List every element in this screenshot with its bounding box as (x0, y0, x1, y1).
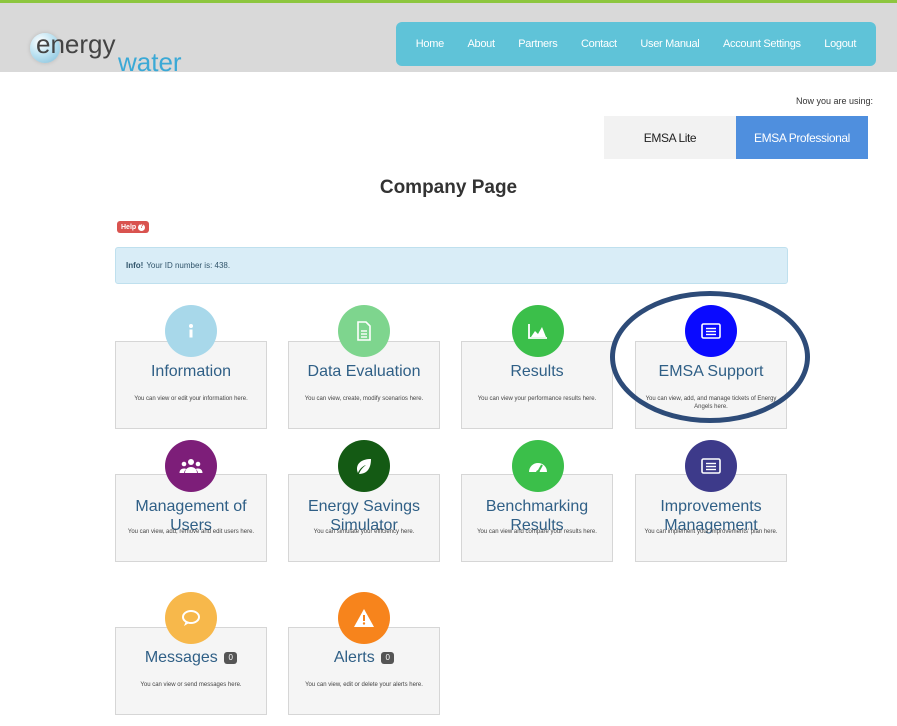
card-description: You can view and compare your results he… (477, 529, 597, 535)
top-bar: energy water Home About Partners Contact… (0, 0, 897, 77)
card-title: EMSA Support (658, 363, 764, 380)
nav-account-settings-link[interactable]: Account Settings (723, 38, 801, 50)
list-icon (685, 440, 737, 492)
energy-water-logo[interactable]: energy water (30, 15, 210, 77)
version-label: Now you are using: (795, 96, 873, 106)
page-title: Company Page (379, 177, 518, 198)
nav-logout-link[interactable]: Logout (824, 38, 856, 50)
card-description: You can implement your improvements' pla… (644, 529, 778, 535)
nav-about-link[interactable]: About (467, 38, 495, 50)
version-switch: EMSA Lite EMSA Professional (604, 116, 868, 159)
list-icon (685, 305, 737, 357)
card-description: You can view, create, modify scenarios h… (304, 396, 424, 402)
nav-contact-link[interactable]: Contact (581, 38, 617, 50)
card-title: Results (510, 363, 564, 380)
logo-word-water: water (118, 47, 182, 77)
card-description: You can view, add, remove and edit users… (127, 529, 255, 535)
info-strong: Info! (126, 261, 144, 270)
main-nav: Home About Partners Contact User Manual … (396, 22, 876, 66)
card-description: You can view, add, and manage tickets of… (645, 396, 777, 410)
nav-user-manual-link[interactable]: User Manual (640, 38, 699, 50)
area-chart-icon (512, 305, 564, 357)
card-description: You can simulate your efficiency here. (313, 529, 415, 535)
warning-icon (338, 592, 390, 644)
card-title: Messages (144, 649, 218, 666)
help-button[interactable]: Help ? (117, 221, 150, 233)
card-description: You can view or send messages here. (140, 682, 242, 688)
card-description: You can view your performance results he… (477, 396, 597, 402)
help-label: Help (121, 223, 137, 231)
question-icon: ? (138, 223, 146, 231)
card-description: You can view, edit or delete your alerts… (305, 682, 423, 688)
card-title: Data Evaluation (307, 363, 421, 380)
dashboard-icon (512, 440, 564, 492)
card-title: Information (150, 363, 232, 380)
messages-count-badge: 0 (224, 652, 238, 664)
users-icon (165, 440, 217, 492)
leaf-icon (338, 440, 390, 492)
card-description: You can view or edit your information he… (134, 396, 248, 402)
info-icon (165, 305, 217, 357)
logo-word-energy: energy (36, 29, 116, 59)
card-title-row: Alerts 0 (289, 648, 439, 667)
info-alert: Info! Your ID number is: 438. (115, 247, 788, 284)
info-text: Your ID number is: 438. (146, 261, 231, 270)
emsa-lite-button[interactable]: EMSA Lite (604, 116, 736, 159)
nav-partners-link[interactable]: Partners (518, 38, 557, 50)
chat-icon (165, 592, 217, 644)
emsa-professional-button[interactable]: EMSA Professional (736, 116, 868, 159)
nav-home-link[interactable]: Home (416, 38, 444, 50)
card-title-row: Messages 0 (116, 648, 266, 667)
document-icon (338, 305, 390, 357)
alerts-count-badge: 0 (381, 652, 395, 664)
card-title: Alerts (333, 649, 375, 666)
